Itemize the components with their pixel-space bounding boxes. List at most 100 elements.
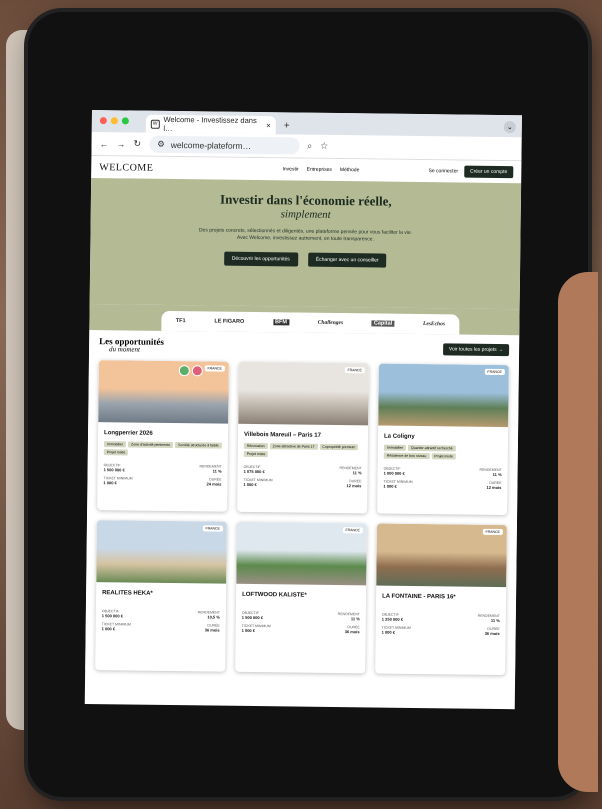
stat-value: 11 % — [352, 470, 362, 476]
see-all-projects-button[interactable]: Voir toutes les projets → — [442, 343, 510, 357]
stat-objective: OBJECTIF 1 250 000 € — [382, 613, 441, 623]
country-badge: FRANCE — [342, 527, 363, 534]
stat-objective: OBJECTIF 1 000 000 € — [384, 467, 443, 477]
project-photo: FRANCE — [238, 361, 369, 426]
project-tag: Zone attractive de Paris 17 — [269, 443, 318, 450]
stat-value: 36 mois — [484, 630, 500, 637]
site-settings-icon[interactable]: ⚙ — [157, 139, 165, 150]
project-stats: OBJECTIF 1 250 000 € RENDEMENT 11 % TICKET… — [382, 613, 500, 636]
opportunities-title: Les opportunités du moment — [99, 336, 164, 354]
site-logo[interactable]: WELCOME — [99, 162, 153, 174]
stat-value: 12 mois — [346, 483, 362, 489]
card-body: REALITES HEKA* OBJECTIF 1 500 000 € RENDE… — [96, 582, 227, 641]
country-badge: FRANCE — [344, 367, 365, 374]
opportunity-card[interactable]: FRANCE Villebois Mareuil – Paris 17 Réno… — [237, 361, 369, 514]
forward-icon[interactable]: → — [117, 139, 126, 149]
stat-duration: DURÉE 24 mois — [162, 477, 222, 487]
minimize-window-button[interactable] — [110, 117, 118, 125]
discover-opportunities-button[interactable]: Découvrir les opportunités — [223, 251, 298, 267]
country-badge: FRANCE — [484, 368, 505, 376]
stat-value: 24 mois — [206, 481, 222, 487]
hero-section: Investir dans l'économie réelle, simplem… — [89, 177, 522, 310]
stat-yield: RENDEMENT 11 % — [163, 464, 221, 473]
project-title: La Coligny — [383, 433, 415, 440]
url-field[interactable]: ⚙ welcome-plateform… — [149, 135, 300, 155]
avatars — [178, 365, 203, 377]
project-tag: Quartier attractif recherché — [408, 444, 456, 452]
stat-value: 1 000 € — [381, 629, 396, 635]
stat-yield: RENDEMENT 11 % — [303, 466, 362, 476]
stat-value: 11 % — [350, 616, 360, 622]
tab-title: Welcome - Investissez dans l… — [163, 114, 257, 133]
nav-invest[interactable]: Investir — [282, 166, 298, 172]
tablet-screen: W Welcome - Investissez dans l… × + ⌄ ← … — [84, 110, 522, 710]
opportunity-card[interactable]: FRANCE LOFTWOOD KALISTE* OBJECTIF 1 500 0… — [235, 521, 367, 674]
project-tag: Résidence de bon niveau — [383, 452, 430, 460]
card-body: Villebois Mareuil – Paris 17 Rénovation Z… — [237, 424, 368, 497]
reload-icon[interactable]: ↻ — [134, 139, 142, 150]
zoom-icon[interactable]: ⌕ — [307, 141, 312, 152]
stat-yield: RENDEMENT 10,5 % — [161, 610, 220, 619]
opportunities-subtitle: du moment — [109, 345, 141, 354]
contact-advisor-button[interactable]: Échanger avec un conseiller — [307, 252, 387, 268]
stat-value: 1 000 000 € — [383, 470, 405, 476]
project-tag: Projet mixte — [103, 449, 129, 456]
press-logo: TF1 — [175, 318, 186, 325]
chevron-down-icon[interactable]: ⌄ — [503, 121, 516, 134]
project-tag: Copropriété premium — [319, 443, 359, 451]
browser-tab[interactable]: W Welcome - Investissez dans l… × — [145, 114, 276, 135]
url-text: welcome-plateform… — [170, 139, 252, 151]
close-window-button[interactable] — [99, 117, 107, 125]
project-tag: Immobilier — [103, 441, 127, 448]
stat-value: 1 500 000 € — [101, 613, 123, 619]
nav-methode[interactable]: Méthode — [340, 167, 360, 173]
project-tag: Rénovation — [243, 442, 268, 450]
project-photo: FRANCE — [96, 520, 227, 584]
project-title: Villebois Mareuil – Paris 17 — [244, 431, 322, 439]
project-photo: FRANCE — [98, 360, 229, 424]
site-nav: Investir Entreprises Méthode — [222, 166, 360, 173]
project-title: REALITES HEKA* — [102, 590, 153, 597]
press-strip: TF1 LE FIGARO BFM Challenges Capital Les… — [89, 303, 520, 336]
stat-value: 1 500 000 € — [241, 614, 263, 621]
stat-duration: DURÉE 12 mois — [302, 479, 362, 489]
stat-value: 12 mois — [486, 484, 502, 491]
opportunity-card[interactable]: FRANCE REALITES HEKA* OBJECTIF 1 500 000 … — [95, 520, 227, 672]
avatar — [191, 365, 203, 377]
opportunities-section: Les opportunités du moment Voir toutes l… — [85, 329, 520, 676]
project-tags: Immobilier Quartier attractif recherché Ré… — [383, 444, 502, 460]
stat-yield: RENDEMENT 11 % — [443, 467, 501, 477]
project-tags — [242, 603, 360, 604]
project-tag: Zone d'activité pertinente — [128, 441, 174, 449]
opportunity-card[interactable]: FRANCE La Coligny Immobilier Quartier att… — [377, 363, 509, 516]
project-stats: OBJECTIF 1 500 000 € RENDEMENT 11 % TICKET… — [242, 611, 360, 634]
opportunity-card[interactable]: FRANCE Longperrier 2026 Immobilier Zone d… — [97, 360, 229, 512]
new-tab-button[interactable]: + — [284, 120, 290, 131]
opportunity-card[interactable]: FRANCE LA FONTAINE - PARIS 16* OBJECTIF 1… — [375, 523, 507, 676]
project-title: LOFTWOOD KALISTE* — [242, 591, 307, 599]
country-badge: FRANCE — [204, 365, 225, 372]
tab-close-icon[interactable]: × — [266, 121, 271, 130]
create-account-button[interactable]: Créer un compte — [463, 165, 514, 179]
stat-ticket: TICKET MINIMUM 1 000 € — [102, 622, 161, 632]
bookmark-star-icon[interactable]: ☆ — [320, 141, 328, 152]
card-body: LOFTWOOD KALISTE* OBJECTIF 1 500 000 € RE… — [236, 584, 367, 643]
project-photo: FRANCE — [376, 523, 507, 588]
press-logo: Challenges — [317, 319, 344, 327]
stat-duration: DURÉE 36 mois — [161, 623, 220, 633]
maximize-window-button[interactable] — [121, 117, 129, 125]
login-link[interactable]: Se connecter — [429, 168, 459, 174]
back-icon[interactable]: ← — [100, 139, 109, 149]
stat-value: 36 mois — [204, 627, 220, 633]
project-tags — [102, 601, 220, 602]
stat-value: 1 000 € — [103, 480, 117, 486]
project-tag: Projet mixte — [431, 453, 456, 460]
stat-value: 1 500 000 € — [103, 467, 125, 473]
project-stats: OBJECTIF 1 075 000 € RENDEMENT 11 % TICKET… — [243, 465, 361, 488]
project-photo: FRANCE — [236, 521, 367, 586]
press-logo: BFM — [273, 319, 290, 326]
stat-yield: RENDEMENT 11 % — [441, 613, 500, 623]
window-controls — [99, 117, 129, 125]
nav-entreprises[interactable]: Entreprises — [307, 167, 332, 173]
project-photo: FRANCE — [378, 363, 509, 428]
